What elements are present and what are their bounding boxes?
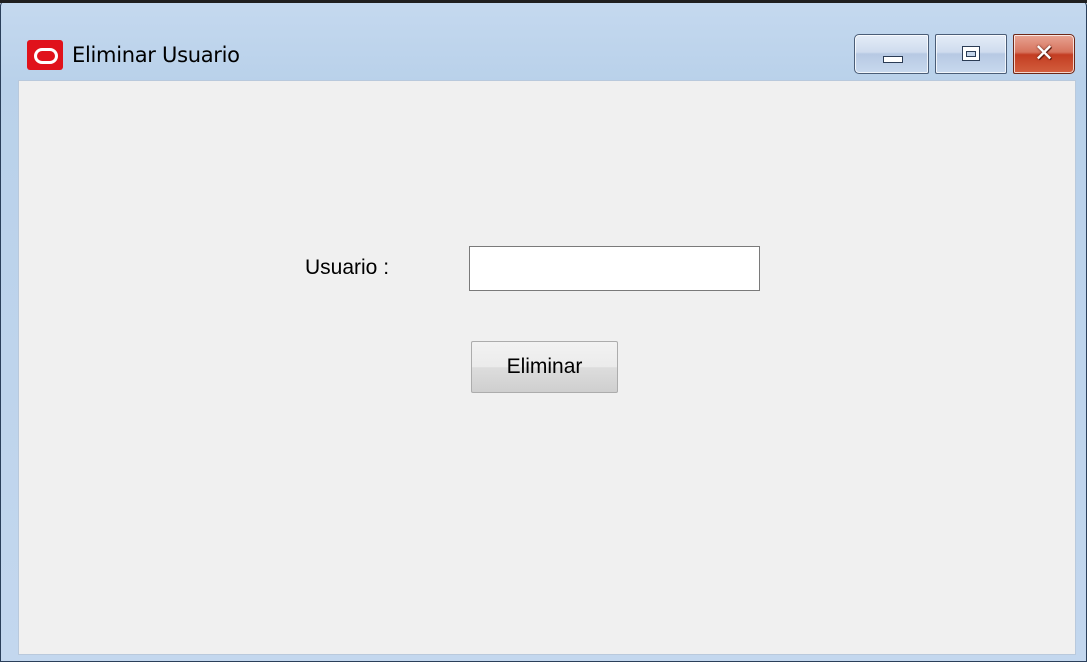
window-title: Eliminar Usuario	[72, 43, 240, 67]
close-icon: ✕	[1033, 39, 1055, 67]
user-label: Usuario :	[305, 256, 390, 279]
close-button[interactable]: ✕	[1013, 34, 1075, 74]
maximize-button[interactable]	[935, 34, 1007, 74]
form-client-area: Usuario : Eliminar	[18, 80, 1076, 655]
user-input[interactable]	[469, 246, 760, 291]
maximize-icon	[962, 46, 980, 61]
minimize-icon	[883, 56, 903, 63]
delete-button[interactable]: Eliminar	[471, 341, 618, 393]
title-bar[interactable]: Eliminar Usuario ✕	[1, 3, 1086, 79]
oracle-app-icon[interactable]	[27, 40, 63, 70]
app-window: Eliminar Usuario ✕ Usuario : Eliminar	[0, 0, 1087, 662]
minimize-button[interactable]	[854, 34, 929, 74]
